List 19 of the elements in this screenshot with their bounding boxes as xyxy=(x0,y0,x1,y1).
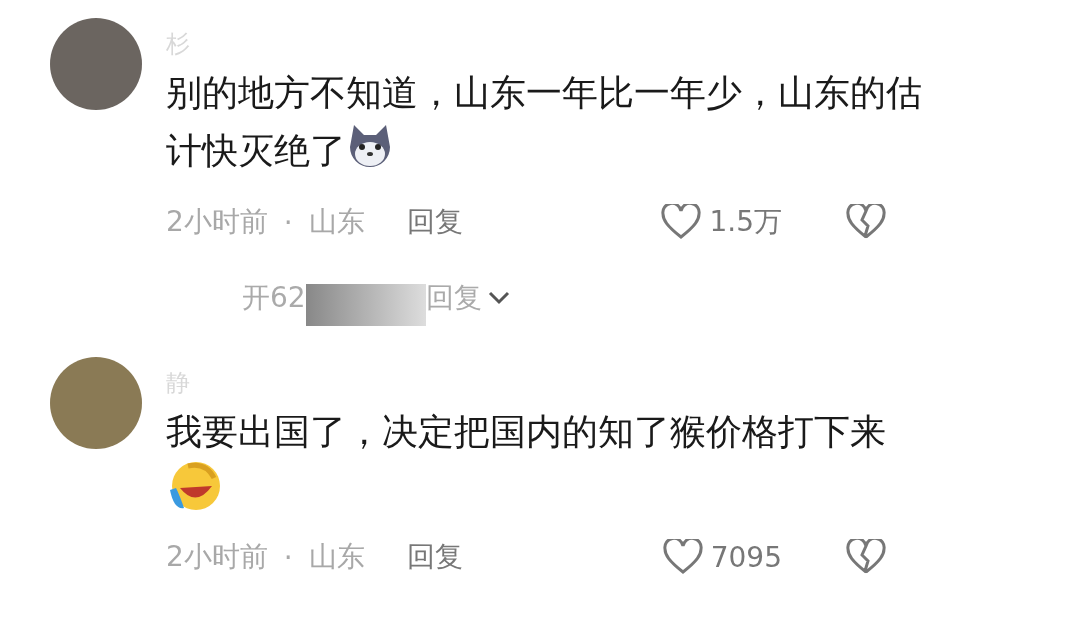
like-count: 1.5万 xyxy=(709,204,782,240)
comment-location: 山东 xyxy=(308,204,365,240)
broken-heart-icon[interactable] xyxy=(846,539,886,575)
heart-icon[interactable] xyxy=(661,204,702,240)
comment-time: 2小时前 xyxy=(166,204,268,240)
reply-link[interactable]: 回复 xyxy=(406,538,463,576)
separator-dot: · xyxy=(283,540,293,574)
separator-dot: · xyxy=(283,205,293,239)
like-count: 7095 xyxy=(710,540,782,574)
chevron-down-icon[interactable] xyxy=(487,291,510,305)
expand-replies-text[interactable]: 开62 xyxy=(242,279,306,317)
comment-location: 山东 xyxy=(308,539,365,575)
comment-time: 2小时前 xyxy=(166,539,268,575)
heart-icon[interactable] xyxy=(662,539,703,575)
expand-replies-text[interactable]: 回复 xyxy=(425,279,482,317)
reply-link[interactable]: 回复 xyxy=(406,203,463,241)
comment-text: 我要出国了，决定把国内的知了猴价格打下来 xyxy=(166,410,887,454)
broken-heart-icon[interactable] xyxy=(846,204,886,240)
comment-text: 别的地方不知道，山东一年比一年少，山东的估计快灭绝了 xyxy=(166,71,923,173)
